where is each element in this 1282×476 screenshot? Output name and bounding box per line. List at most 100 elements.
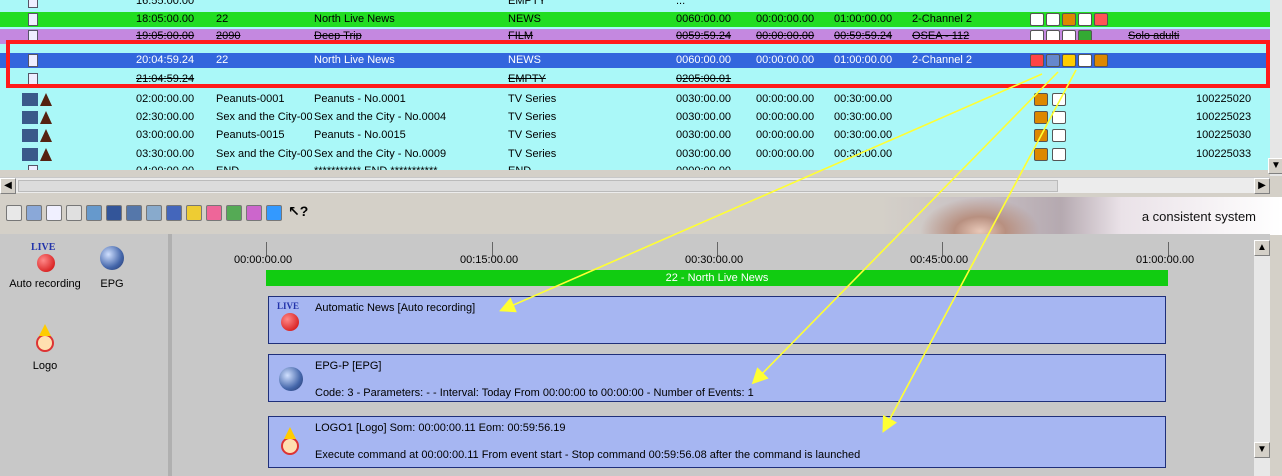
command-icon[interactable] (1034, 129, 1048, 142)
command-icon[interactable] (1052, 93, 1066, 106)
ruler-label: 00:30:00.00 (685, 254, 744, 266)
scroll-right-icon[interactable]: ▶ (1254, 178, 1270, 194)
cell-type: EMPTY (508, 0, 546, 7)
event-auto-recording[interactable]: LIVE Automatic News [Auto recording] (268, 296, 1166, 344)
tool-icon-5[interactable] (86, 205, 102, 221)
table-row[interactable]: 03:30:00.00 Sex and the City-0009Sex and … (0, 147, 1270, 162)
cell-code: 100225020 (1196, 93, 1252, 105)
row-status-icon (22, 148, 62, 161)
help-cursor-icon[interactable]: ↖? (288, 203, 308, 219)
auto-recording-label: Auto recording (9, 278, 81, 290)
table-row[interactable]: 02:00:00.00 Peanuts-0001 Peanuts - No.0001… (0, 92, 1270, 107)
palette-epg[interactable]: EPG (82, 242, 142, 290)
ruler-label: 00:45:00.00 (910, 254, 969, 266)
cell-time: 03:30:00.00 (136, 148, 195, 160)
cell-code: 100225033 (1196, 148, 1252, 160)
tool-icon-6[interactable] (106, 205, 122, 221)
command-icon[interactable] (1034, 148, 1048, 161)
row-command-icons (1030, 147, 1130, 162)
scroll-down-icon[interactable]: ▼ (1254, 442, 1270, 458)
playlist-horizontal-scrollbar[interactable]: ◀ ▶ (0, 177, 1270, 194)
cell-type: TV Series (508, 111, 557, 123)
table-row[interactable]: 02:30:00.00 Sex and the City-0004Sex and … (0, 110, 1270, 125)
cell-eom: 00:30:00.00 (834, 93, 893, 105)
command-icon[interactable] (1078, 13, 1092, 26)
tool-icon-1[interactable] (6, 205, 22, 221)
row-status-icon (22, 111, 62, 124)
table-row[interactable]: 04:00:00.00END*********** END **********… (0, 164, 1270, 170)
ruler-label: 01:00:00.00 (1136, 254, 1195, 266)
scroll-left-icon[interactable]: ◀ (0, 178, 16, 194)
command-icon[interactable] (1046, 13, 1060, 26)
tool-icon-4[interactable] (66, 205, 82, 221)
tool-icon-10[interactable] (186, 205, 202, 221)
live-record-icon: LIVE (277, 301, 303, 337)
scroll-up-icon[interactable]: ▲ (1254, 240, 1270, 256)
row-command-icons (1030, 12, 1130, 27)
tool-icon-7[interactable] (126, 205, 142, 221)
table-row[interactable]: 18:05:00.00 22 North Live News NEWS 0060:00.… (0, 12, 1270, 27)
globe-icon (96, 242, 128, 274)
cell-id: Peanuts-0015 (216, 129, 285, 141)
clown-logo-icon (277, 427, 303, 457)
cell-eom: 00:30:00.00 (834, 148, 893, 160)
command-icon[interactable] (1052, 129, 1066, 142)
cell-name: Sex and the City - No.0009 (314, 148, 447, 160)
tool-icon-2[interactable] (26, 205, 42, 221)
ruler-label: 00:15:00.00 (460, 254, 519, 266)
cell-type: TV Series (508, 148, 557, 160)
command-icon[interactable] (1062, 13, 1076, 26)
cell-dur: ... (676, 0, 686, 7)
banner: a consistent system (880, 197, 1282, 235)
timeline-panel: 00:00:00.00 00:15:00.00 00:30:00.00 00:45:0… (168, 234, 1270, 476)
cell-eom: 00:30:00.00 (834, 129, 893, 141)
command-icon[interactable] (1034, 93, 1048, 106)
command-icon[interactable] (1030, 13, 1044, 26)
cell-type: NEWS (508, 13, 541, 25)
row-status-icon (22, 129, 62, 142)
tool-icon-8[interactable] (146, 205, 162, 221)
playlist-vertical-scrollbar[interactable]: ▼ (1268, 0, 1282, 176)
timeline-vertical-scrollbar[interactable]: ▲ ▼ (1254, 240, 1270, 476)
globe-icon (277, 365, 303, 395)
event-epg[interactable]: EPG-P [EPG] Code: 3 - Parameters: - - In… (268, 354, 1166, 402)
selected-row-highlight (6, 40, 1270, 88)
palette-auto-recording[interactable]: LIVE Auto recording (0, 242, 90, 290)
epg-label: EPG (100, 278, 124, 290)
cell-time: 02:30:00.00 (136, 111, 195, 123)
tool-icon-3[interactable] (46, 205, 62, 221)
tool-icon-13[interactable] (246, 205, 262, 221)
cell-time: 02:00:00.00 (136, 93, 195, 105)
command-icon[interactable] (1094, 13, 1108, 26)
cell-som: 00:00:00.00 (756, 129, 815, 141)
command-icon[interactable] (1034, 111, 1048, 124)
cell-dur: 0030:00.00 (676, 111, 732, 123)
command-icon[interactable] (1052, 148, 1066, 161)
event-logo[interactable]: LOGO1 [Logo] Som: 00:00:00.11 Eom: 00:59… (268, 416, 1166, 468)
command-palette: LIVE Auto recording EPG Logo (0, 234, 168, 476)
tool-icon-9[interactable] (166, 205, 182, 221)
table-row[interactable]: 16:55:00.00 EMPTY... (0, 0, 1270, 9)
row-status-icon (22, 13, 62, 26)
cell-som: 00:00:00.00 (756, 148, 815, 160)
cell-name: Sex and the City - No.0004 (314, 111, 447, 123)
tool-icon-12[interactable] (226, 205, 242, 221)
banner-slogan: a consistent system (1141, 209, 1256, 224)
cell-name: *********** END *********** (314, 164, 506, 170)
palette-logo[interactable]: Logo (0, 324, 90, 372)
scroll-down-icon[interactable]: ▼ (1268, 158, 1282, 174)
cell-eom: 01:00:00.00 (834, 13, 893, 25)
tool-icon-11[interactable] (206, 205, 222, 221)
row-status-icon (22, 0, 62, 8)
cell-dur: 0030:00.00 (676, 148, 732, 160)
row-command-icons (1030, 128, 1130, 143)
tool-icon-14[interactable] (266, 205, 282, 221)
table-row[interactable]: 03:00:00.00 Peanuts-0015 Peanuts - No.0015… (0, 128, 1270, 143)
cell-id: Sex and the City-0004 (216, 111, 312, 123)
row-status-icon (22, 93, 62, 106)
cell-id: END (216, 164, 312, 170)
scroll-thumb[interactable] (18, 180, 1058, 192)
program-bar[interactable]: 22 - North Live News (266, 270, 1168, 286)
cell-dur: 0030:00.00 (676, 93, 732, 105)
command-icon[interactable] (1052, 111, 1066, 124)
